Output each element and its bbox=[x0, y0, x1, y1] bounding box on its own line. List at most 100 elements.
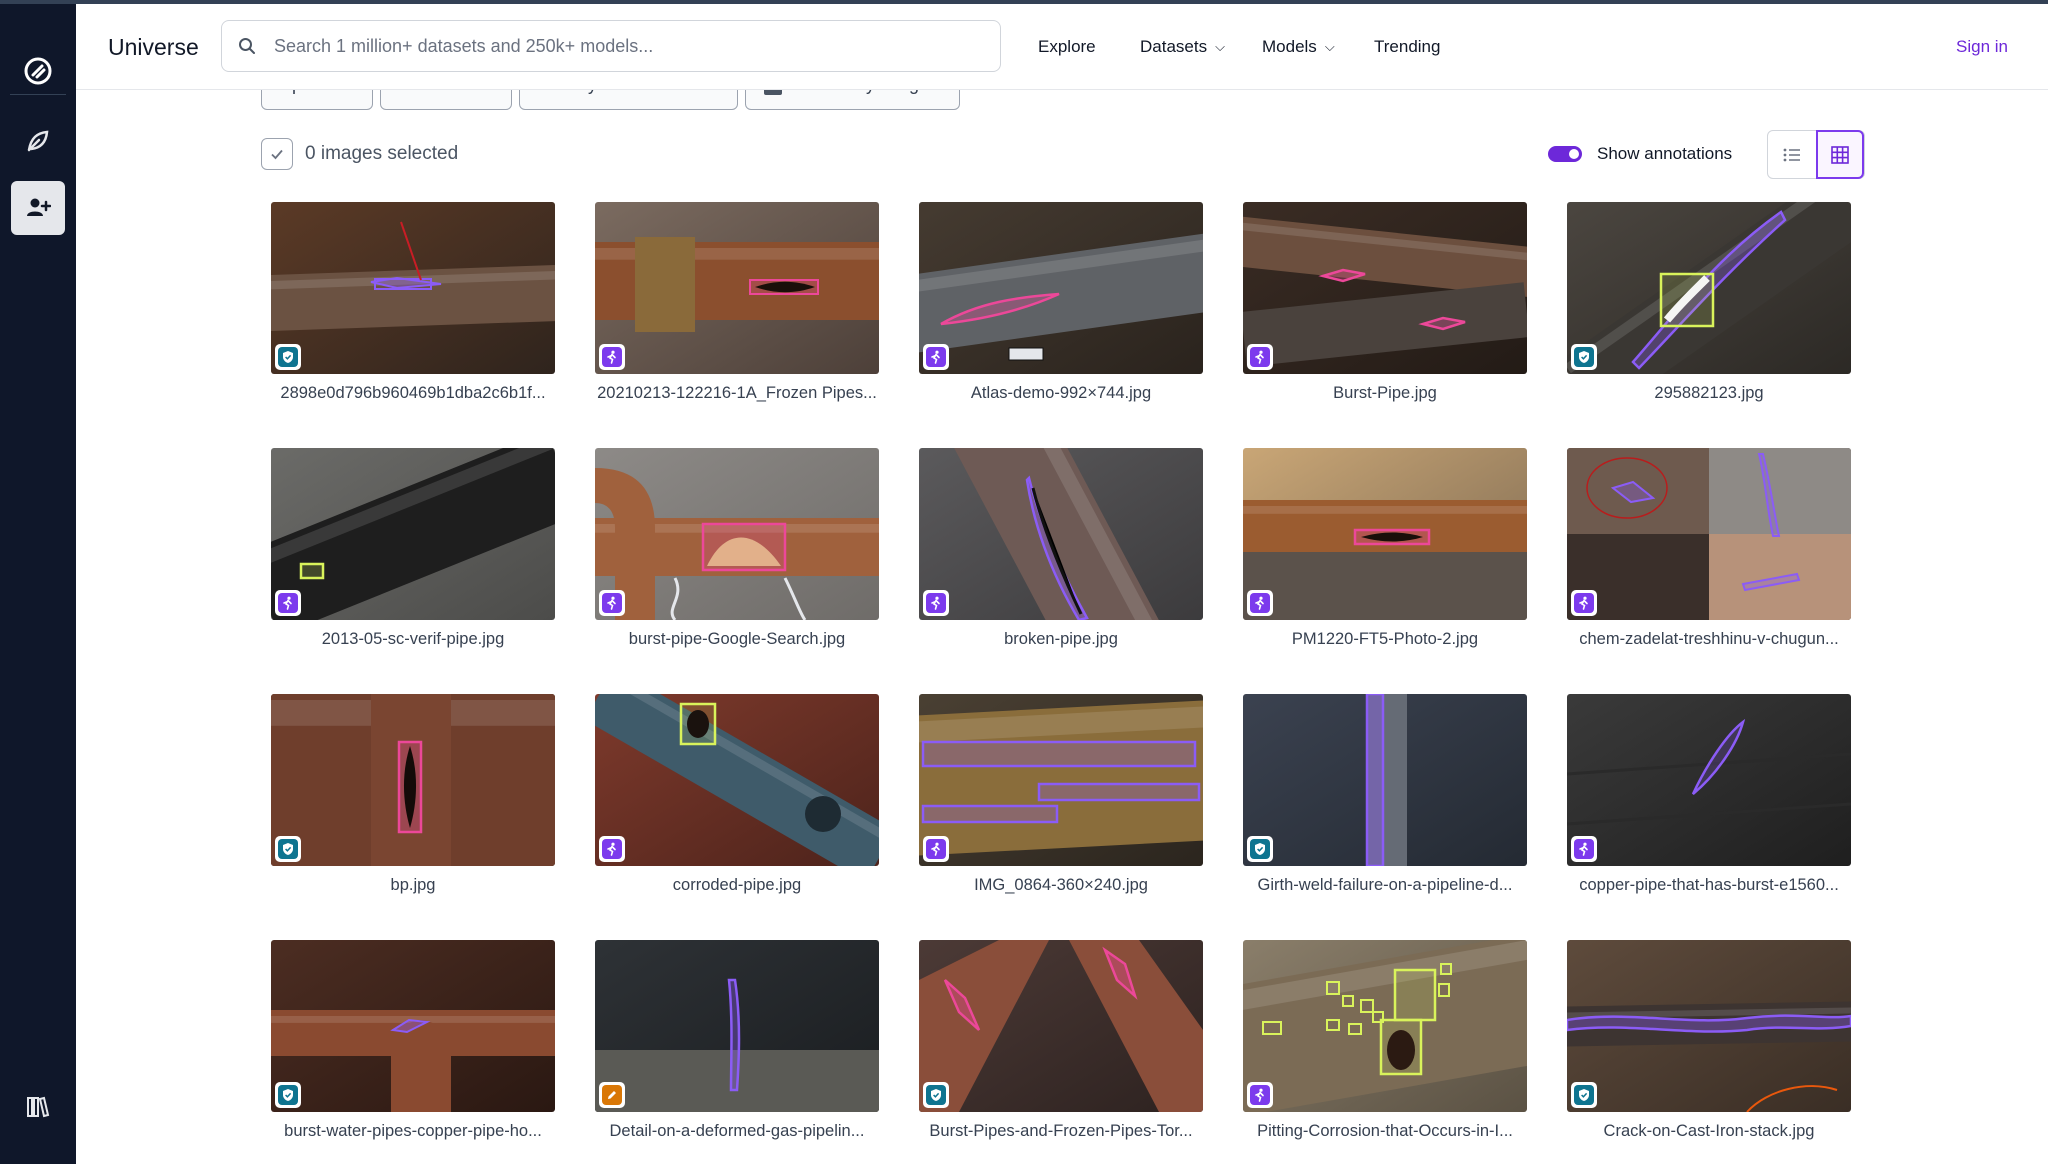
image-card[interactable]: 295882123.jpg bbox=[1567, 202, 1851, 402]
image-filename: 295882123.jpg bbox=[1654, 384, 1764, 402]
image-thumbnail[interactable] bbox=[919, 694, 1203, 866]
image-filename: Pitting-Corrosion-that-Occurs-in-I... bbox=[1257, 1122, 1513, 1140]
view-switcher bbox=[1767, 130, 1865, 179]
image-filename: 2898e0d796b960469b1dba2c6b1f... bbox=[280, 384, 546, 402]
add-user-icon[interactable] bbox=[11, 181, 65, 235]
list-view-button[interactable] bbox=[1768, 131, 1816, 178]
image-filename: Burst-Pipe.jpg bbox=[1333, 384, 1437, 402]
nav-trending-label: Trending bbox=[1374, 37, 1441, 56]
image-filename: bp.jpg bbox=[390, 876, 436, 894]
image-thumbnail[interactable] bbox=[595, 694, 879, 866]
image-thumbnail[interactable] bbox=[919, 202, 1203, 374]
image-card[interactable]: Girth-weld-failure-on-a-pipeline-d... bbox=[1243, 694, 1527, 894]
image-filename: PM1220-FT5-Photo-2.jpg bbox=[1291, 630, 1479, 648]
image-thumbnail[interactable] bbox=[595, 202, 879, 374]
image-thumbnail[interactable] bbox=[1567, 448, 1851, 620]
image-filename: Girth-weld-failure-on-a-pipeline-d... bbox=[1257, 876, 1513, 894]
image-thumbnail[interactable] bbox=[1567, 694, 1851, 866]
list-icon bbox=[1783, 148, 1800, 161]
grid-icon bbox=[1831, 145, 1849, 164]
image-card[interactable]: Burst-Pipe.jpg bbox=[1243, 202, 1527, 402]
nav-models[interactable]: Models ⌵ bbox=[1262, 37, 1335, 57]
image-card[interactable]: 2013-05-sc-verif-pipe.jpg bbox=[271, 448, 555, 648]
image-card[interactable]: burst-water-pipes-copper-pipe-ho... bbox=[271, 940, 555, 1140]
image-thumbnail[interactable] bbox=[1243, 694, 1527, 866]
search-input[interactable] bbox=[272, 21, 976, 71]
image-thumbnail[interactable] bbox=[595, 448, 879, 620]
walking-figure-icon bbox=[1571, 836, 1597, 862]
image-filename: corroded-pipe.jpg bbox=[672, 876, 802, 894]
nav-models-label: Models bbox=[1262, 37, 1317, 56]
pencil-icon bbox=[599, 1082, 625, 1108]
image-thumbnail[interactable] bbox=[271, 448, 555, 620]
walking-figure-icon bbox=[1247, 344, 1273, 370]
shield-check-icon bbox=[275, 344, 301, 370]
image-card[interactable]: chem-zadelat-treshhinu-v-chugun... bbox=[1567, 448, 1851, 648]
image-card[interactable]: Crack-on-Cast-Iron-stack.jpg bbox=[1567, 940, 1851, 1140]
library-icon[interactable] bbox=[11, 1080, 65, 1134]
image-card[interactable]: burst-pipe-Google-Search.jpg bbox=[595, 448, 879, 648]
image-thumbnail[interactable] bbox=[271, 202, 555, 374]
image-card[interactable]: broken-pipe.jpg bbox=[919, 448, 1203, 648]
image-thumbnail[interactable] bbox=[1567, 940, 1851, 1112]
image-filename: copper-pipe-that-has-burst-e1560... bbox=[1579, 876, 1839, 894]
leaf-icon[interactable] bbox=[11, 114, 65, 168]
image-card[interactable]: PM1220-FT5-Photo-2.jpg bbox=[1243, 448, 1527, 648]
select-all-checkbox[interactable] bbox=[261, 138, 293, 170]
walking-figure-icon bbox=[923, 590, 949, 616]
image-filename: burst-water-pipes-copper-pipe-ho... bbox=[284, 1122, 542, 1140]
brand-title[interactable]: Universe bbox=[108, 34, 199, 61]
image-thumbnail[interactable] bbox=[271, 940, 555, 1112]
nav-datasets[interactable]: Datasets ⌵ bbox=[1140, 37, 1225, 57]
image-filename: 2013-05-sc-verif-pipe.jpg bbox=[321, 630, 505, 648]
image-filename: Crack-on-Cast-Iron-stack.jpg bbox=[1603, 1122, 1815, 1140]
image-filename: Burst-Pipes-and-Frozen-Pipes-Tor... bbox=[929, 1122, 1193, 1140]
image-card[interactable]: Pitting-Corrosion-that-Occurs-in-I... bbox=[1243, 940, 1527, 1140]
image-card[interactable]: Burst-Pipes-and-Frozen-Pipes-Tor... bbox=[919, 940, 1203, 1140]
shield-check-icon bbox=[1247, 836, 1273, 862]
shield-check-icon bbox=[1571, 1082, 1597, 1108]
nav-explore[interactable]: Explore bbox=[1038, 37, 1096, 57]
image-thumbnail[interactable] bbox=[1243, 448, 1527, 620]
roboflow-logo-icon[interactable] bbox=[11, 44, 65, 98]
search-icon bbox=[238, 37, 256, 60]
image-card[interactable]: bp.jpg bbox=[271, 694, 555, 894]
walking-figure-icon bbox=[1247, 1082, 1273, 1108]
image-card[interactable]: 2898e0d796b960469b1dba2c6b1f... bbox=[271, 202, 555, 402]
sign-in-link[interactable]: Sign in bbox=[1956, 37, 2008, 57]
nav-trending[interactable]: Trending bbox=[1374, 37, 1440, 57]
image-card[interactable]: Detail-on-a-deformed-gas-pipelin... bbox=[595, 940, 879, 1140]
image-thumbnail[interactable] bbox=[1567, 202, 1851, 374]
image-card[interactable]: IMG_0864-360×240.jpg bbox=[919, 694, 1203, 894]
image-thumbnail[interactable] bbox=[1243, 202, 1527, 374]
image-thumbnail[interactable] bbox=[919, 448, 1203, 620]
walking-figure-icon bbox=[923, 836, 949, 862]
image-thumbnail[interactable] bbox=[595, 940, 879, 1112]
nav-explore-label: Explore bbox=[1038, 37, 1096, 56]
image-card[interactable]: copper-pipe-that-has-burst-e1560... bbox=[1567, 694, 1851, 894]
image-card[interactable]: Atlas-demo-992×744.jpg bbox=[919, 202, 1203, 402]
image-filename: Detail-on-a-deformed-gas-pipelin... bbox=[609, 1122, 865, 1140]
left-rail bbox=[0, 4, 76, 1164]
chevron-down-icon: ⌵ bbox=[1215, 39, 1225, 54]
walking-figure-icon bbox=[1247, 590, 1273, 616]
image-grid: 2898e0d796b960469b1dba2c6b1f... 20210213… bbox=[271, 202, 1851, 1140]
shield-check-icon bbox=[923, 1082, 949, 1108]
chevron-down-icon: ⌵ bbox=[1324, 39, 1335, 54]
walking-figure-icon bbox=[1571, 590, 1597, 616]
shield-check-icon bbox=[275, 836, 301, 862]
search-bar[interactable] bbox=[221, 20, 1001, 72]
walking-figure-icon bbox=[275, 590, 301, 616]
image-thumbnail[interactable] bbox=[1243, 940, 1527, 1112]
check-icon bbox=[271, 149, 283, 160]
grid-view-button[interactable] bbox=[1816, 130, 1864, 179]
show-annotations-toggle[interactable] bbox=[1548, 146, 1582, 162]
walking-figure-icon bbox=[923, 344, 949, 370]
image-card[interactable]: 20210213-122216-1A_Frozen Pipes... bbox=[595, 202, 879, 402]
image-card[interactable]: corroded-pipe.jpg bbox=[595, 694, 879, 894]
image-filename: broken-pipe.jpg bbox=[1004, 630, 1118, 648]
rail-divider bbox=[10, 94, 66, 95]
image-thumbnail[interactable] bbox=[271, 694, 555, 866]
image-filename: Atlas-demo-992×744.jpg bbox=[970, 384, 1152, 402]
image-thumbnail[interactable] bbox=[919, 940, 1203, 1112]
